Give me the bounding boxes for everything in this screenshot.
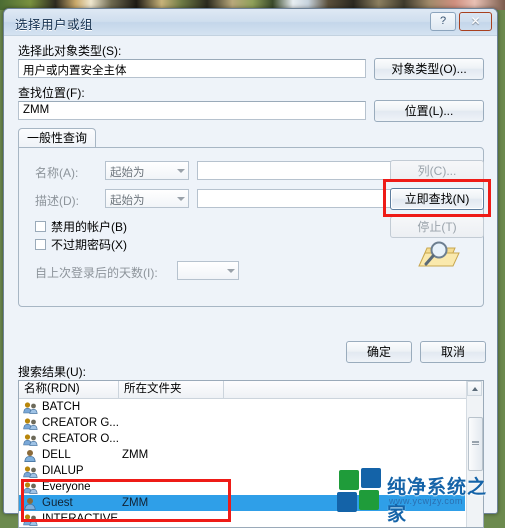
row-name: DELL bbox=[42, 449, 71, 461]
stop-button: 停止(T) bbox=[390, 216, 484, 238]
checkbox-icon bbox=[35, 221, 46, 232]
days-since-logon-label: 自上次登录后的天数(I): bbox=[35, 266, 158, 280]
location-field[interactable]: ZMM bbox=[18, 101, 366, 120]
group-icon bbox=[23, 418, 38, 430]
table-row[interactable]: DELL ZMM bbox=[19, 447, 465, 463]
description-condition-value: 起始为 bbox=[110, 195, 145, 207]
grip-icon bbox=[472, 441, 479, 445]
tab-common-queries[interactable]: 一般性查询 bbox=[18, 128, 96, 148]
ok-button[interactable]: 确定 bbox=[346, 341, 412, 363]
chevron-down-icon bbox=[227, 269, 235, 273]
name-label: 名称(A): bbox=[35, 166, 79, 180]
disabled-accounts-label: 禁用的帐户(B) bbox=[51, 220, 127, 234]
watermark-url: www.ycwjzy.com bbox=[389, 496, 463, 506]
close-button[interactable]: ✕ bbox=[459, 12, 492, 31]
days-since-logon-select[interactable] bbox=[177, 261, 239, 280]
watermark: 纯净系统之家 www.ycwjzy.com bbox=[335, 468, 499, 525]
chevron-down-icon bbox=[177, 197, 185, 201]
checkbox-icon bbox=[35, 239, 46, 250]
table-row[interactable]: CREATOR G... bbox=[19, 415, 465, 431]
group-icon bbox=[23, 434, 38, 446]
column-header-row: 名称(RDN) 所在文件夹 bbox=[19, 381, 483, 399]
name-input[interactable] bbox=[197, 161, 392, 180]
disabled-accounts-checkbox[interactable]: 禁用的帐户(B) bbox=[35, 218, 127, 235]
scrollbar-thumb[interactable] bbox=[468, 417, 483, 471]
select-users-or-groups-dialog: 选择用户或组 ? ✕ 选择此对象类型(S): 用户或内置安全主体 对象类型(O)… bbox=[3, 8, 498, 528]
no-expire-password-label: 不过期密码(X) bbox=[51, 238, 127, 252]
help-button[interactable]: ? bbox=[430, 12, 456, 31]
locations-button[interactable]: 位置(L)... bbox=[374, 100, 484, 122]
row-name: CREATOR O... bbox=[42, 433, 119, 445]
logo-square-blue-1 bbox=[361, 468, 381, 488]
selected-rows-highlight-box bbox=[21, 479, 231, 522]
object-types-button[interactable]: 对象类型(O)... bbox=[374, 58, 484, 80]
chevron-down-icon bbox=[177, 169, 185, 173]
help-icon: ? bbox=[439, 15, 447, 27]
row-name: BATCH bbox=[42, 401, 81, 413]
column-header-extra[interactable] bbox=[224, 381, 465, 398]
column-header-name[interactable]: 名称(RDN) bbox=[19, 381, 119, 398]
find-now-highlight-box bbox=[383, 179, 491, 217]
logo-square-green-2 bbox=[359, 490, 379, 510]
scroll-up-button[interactable] bbox=[467, 381, 482, 396]
table-row[interactable]: CREATOR O... bbox=[19, 431, 465, 447]
name-condition-value: 起始为 bbox=[110, 167, 145, 179]
logo-square-green-1 bbox=[339, 470, 359, 490]
group-icon bbox=[23, 466, 38, 478]
window-title: 选择用户或组 bbox=[15, 18, 94, 32]
search-results-label: 搜索结果(U): bbox=[18, 365, 86, 379]
logo-square-blue-2 bbox=[337, 492, 357, 512]
dialog-body: 选择此对象类型(S): 用户或内置安全主体 对象类型(O)... 查找位置(F)… bbox=[4, 36, 497, 528]
object-type-label: 选择此对象类型(S): bbox=[18, 44, 122, 58]
row-folder: ZMM bbox=[122, 449, 149, 461]
triangle-up-icon bbox=[472, 387, 478, 391]
table-row[interactable]: BATCH bbox=[19, 399, 465, 415]
search-folder-icon bbox=[418, 241, 460, 267]
column-header-folder[interactable]: 所在文件夹 bbox=[119, 381, 224, 398]
title-bar: 选择用户或组 ? ✕ bbox=[4, 9, 497, 36]
description-input[interactable] bbox=[197, 189, 392, 208]
no-expire-password-checkbox[interactable]: 不过期密码(X) bbox=[35, 236, 127, 253]
description-condition-select[interactable]: 起始为 bbox=[105, 189, 189, 208]
row-name: CREATOR G... bbox=[42, 417, 119, 429]
group-icon bbox=[23, 402, 38, 414]
tab-strip: 一般性查询 bbox=[18, 128, 484, 148]
row-name: DIALUP bbox=[42, 465, 84, 477]
close-icon: ✕ bbox=[470, 14, 481, 28]
cancel-button[interactable]: 取消 bbox=[420, 341, 486, 363]
name-condition-select[interactable]: 起始为 bbox=[105, 161, 189, 180]
location-label: 查找位置(F): bbox=[18, 86, 85, 100]
object-type-field[interactable]: 用户或内置安全主体 bbox=[18, 59, 366, 78]
user-icon bbox=[24, 450, 36, 462]
description-label: 描述(D): bbox=[35, 194, 79, 208]
